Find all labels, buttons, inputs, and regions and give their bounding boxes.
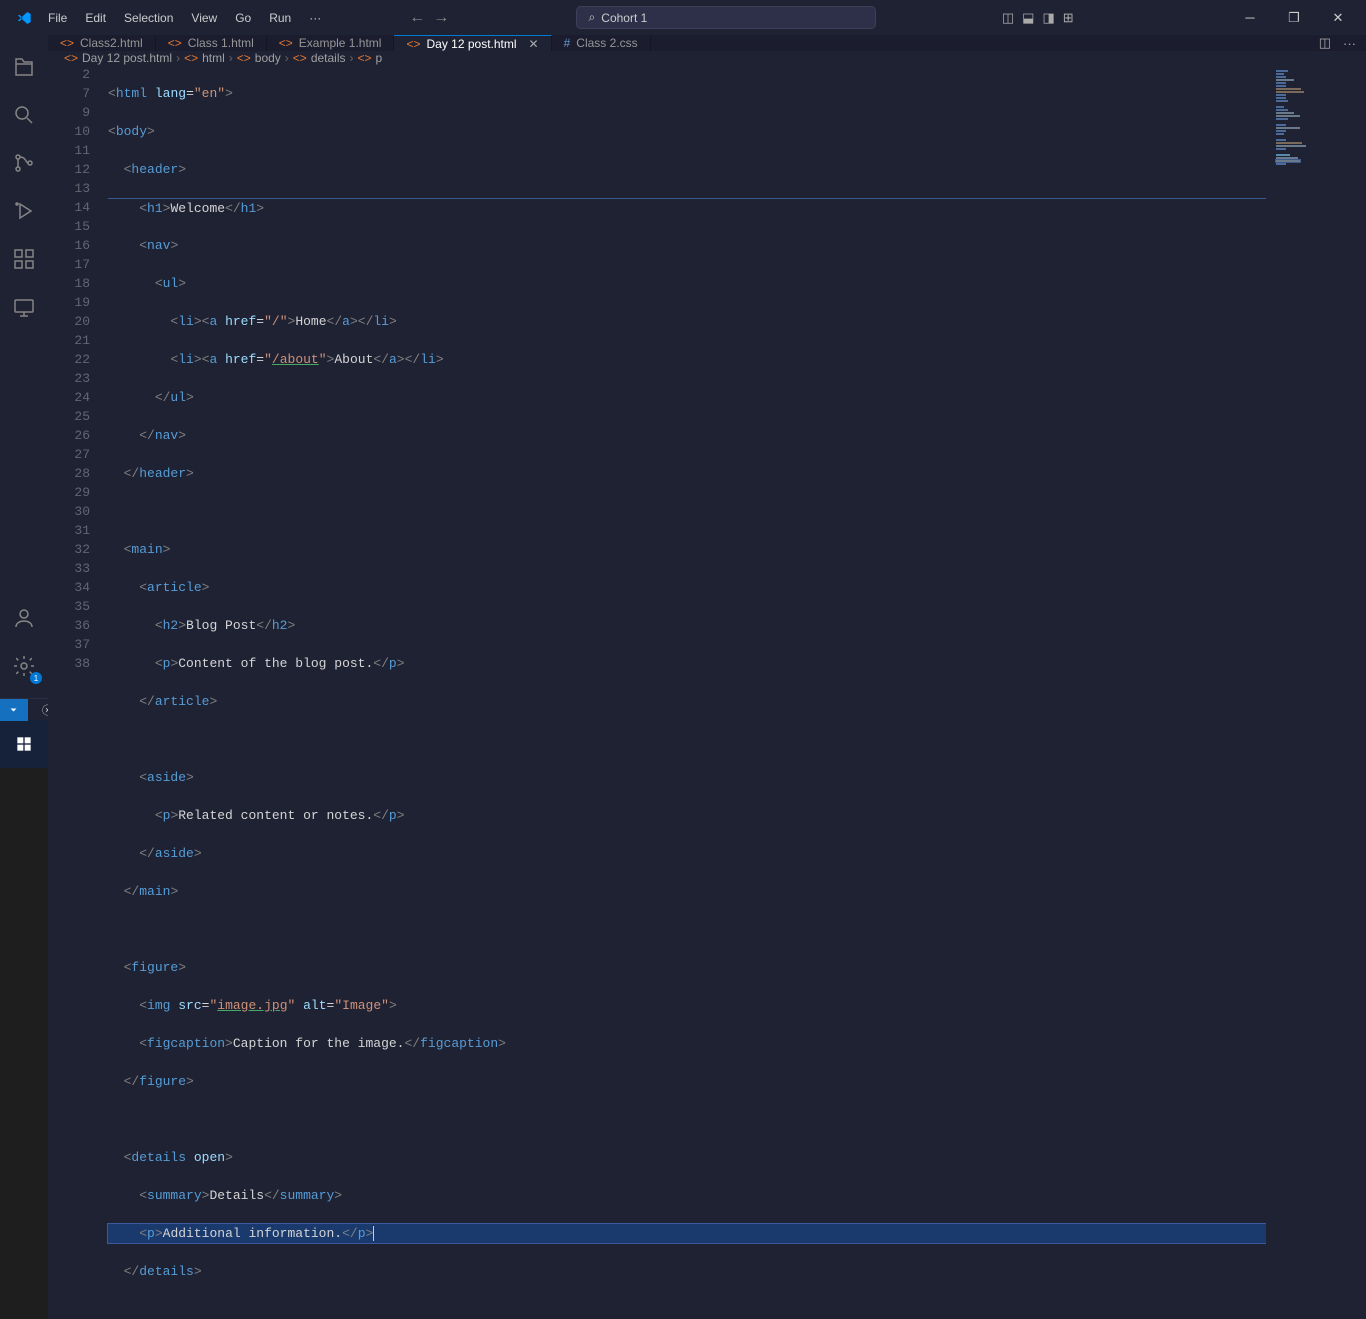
code-content[interactable]: <html lang="en"> <body> <header> <h1>Wel…: [108, 65, 1266, 1319]
accounts-icon[interactable]: [0, 594, 48, 642]
chevron-right-icon: ›: [176, 51, 180, 65]
extensions-icon[interactable]: [0, 235, 48, 283]
nav-forward-icon[interactable]: →: [433, 9, 449, 27]
tab-class2[interactable]: <> Class2.html: [48, 35, 156, 51]
editor-area: <>Class2.html <>Class 1.html <>Example 1…: [48, 35, 1366, 698]
layout-controls: ◫ ⬓ ◨ ⊞: [1002, 10, 1074, 26]
command-center[interactable]: ⌕ Cohort 1: [576, 6, 876, 29]
breadcrumb[interactable]: <> Day 12 post.html › <> html › <> body …: [48, 51, 1366, 65]
settings-icon[interactable]: 1: [0, 642, 48, 690]
maximize-button[interactable]: ❐: [1274, 3, 1314, 33]
close-icon[interactable]: ✕: [529, 37, 539, 51]
minimap[interactable]: [1266, 65, 1366, 1319]
activity-bar: 1: [0, 35, 48, 698]
layout-sidebar-right-icon[interactable]: ◨: [1042, 10, 1054, 26]
breadcrumb-item[interactable]: html: [202, 51, 225, 65]
html-file-icon: <>: [279, 36, 293, 50]
menu-go[interactable]: Go: [227, 7, 259, 29]
search-text: Cohort 1: [601, 11, 647, 25]
minimize-button[interactable]: ─: [1230, 3, 1270, 33]
menu-more[interactable]: ···: [301, 7, 329, 29]
remote-explorer-icon[interactable]: [0, 283, 48, 331]
close-button[interactable]: ✕: [1318, 3, 1358, 33]
tab-label: Example 1.html: [299, 36, 382, 50]
layout-customize-icon[interactable]: ⊞: [1063, 10, 1074, 26]
debug-icon[interactable]: [0, 187, 48, 235]
layout-sidebar-left-icon[interactable]: ◫: [1002, 10, 1014, 26]
main-menu: File Edit Selection View Go Run ···: [40, 7, 329, 29]
menu-edit[interactable]: Edit: [77, 7, 114, 29]
menu-view[interactable]: View: [183, 7, 225, 29]
editor-tabs: <> Class2.html <> Class 1.html <> Example 1…: [48, 35, 1366, 51]
nav-arrows: ← →: [409, 9, 449, 27]
menu-file[interactable]: File: [40, 7, 75, 29]
start-button[interactable]: [0, 720, 48, 768]
chevron-right-icon: ›: [285, 51, 289, 65]
breadcrumb-item[interactable]: details: [311, 51, 346, 65]
window-controls: ─ ❐ ✕: [1230, 3, 1358, 33]
element-icon: <>: [237, 51, 251, 65]
code-editor[interactable]: 2791011121314151617181920212223242526272…: [48, 65, 1366, 1319]
more-actions-icon[interactable]: ···: [1343, 36, 1356, 51]
html-file-icon: <>: [60, 36, 74, 50]
css-file-icon: #: [564, 36, 571, 50]
html-file-icon: <>: [64, 51, 78, 65]
tab-example1[interactable]: <> Example 1.html: [267, 35, 395, 51]
chevron-right-icon: ›: [350, 51, 354, 65]
menu-run[interactable]: Run: [261, 7, 299, 29]
tab-label: Day 12 post.html: [426, 37, 516, 51]
line-gutter: 2791011121314151617181920212223242526272…: [48, 65, 108, 1319]
split-editor-icon[interactable]: ◫: [1319, 35, 1331, 51]
breadcrumb-item[interactable]: Day 12 post.html: [82, 51, 172, 65]
tab-label: Class 2.css: [576, 36, 637, 50]
element-icon: <>: [358, 51, 372, 65]
element-icon: <>: [184, 51, 198, 65]
html-file-icon: <>: [406, 37, 420, 51]
chevron-right-icon: ›: [229, 51, 233, 65]
search-icon: ⌕: [589, 10, 596, 25]
explorer-icon[interactable]: [0, 43, 48, 91]
tab-label: Class2.html: [80, 36, 143, 50]
search-icon[interactable]: [0, 91, 48, 139]
element-icon: <>: [293, 51, 307, 65]
menu-selection[interactable]: Selection: [116, 7, 181, 29]
source-control-icon[interactable]: [0, 139, 48, 187]
vscode-logo-icon: [16, 10, 32, 26]
titlebar: File Edit Selection View Go Run ··· ← → …: [0, 0, 1366, 35]
breadcrumb-item[interactable]: body: [255, 51, 281, 65]
tab-class2css[interactable]: # Class 2.css: [552, 35, 651, 51]
tab-class1[interactable]: <> Class 1.html: [156, 35, 267, 51]
nav-back-icon[interactable]: ←: [409, 9, 425, 27]
remote-indicator[interactable]: [0, 699, 28, 721]
layout-panel-icon[interactable]: ⬓: [1022, 10, 1034, 26]
breadcrumb-item[interactable]: p: [376, 51, 383, 65]
tab-label: Class 1.html: [188, 36, 254, 50]
html-file-icon: <>: [168, 36, 182, 50]
tab-day12[interactable]: <> Day 12 post.html ✕: [394, 35, 551, 51]
